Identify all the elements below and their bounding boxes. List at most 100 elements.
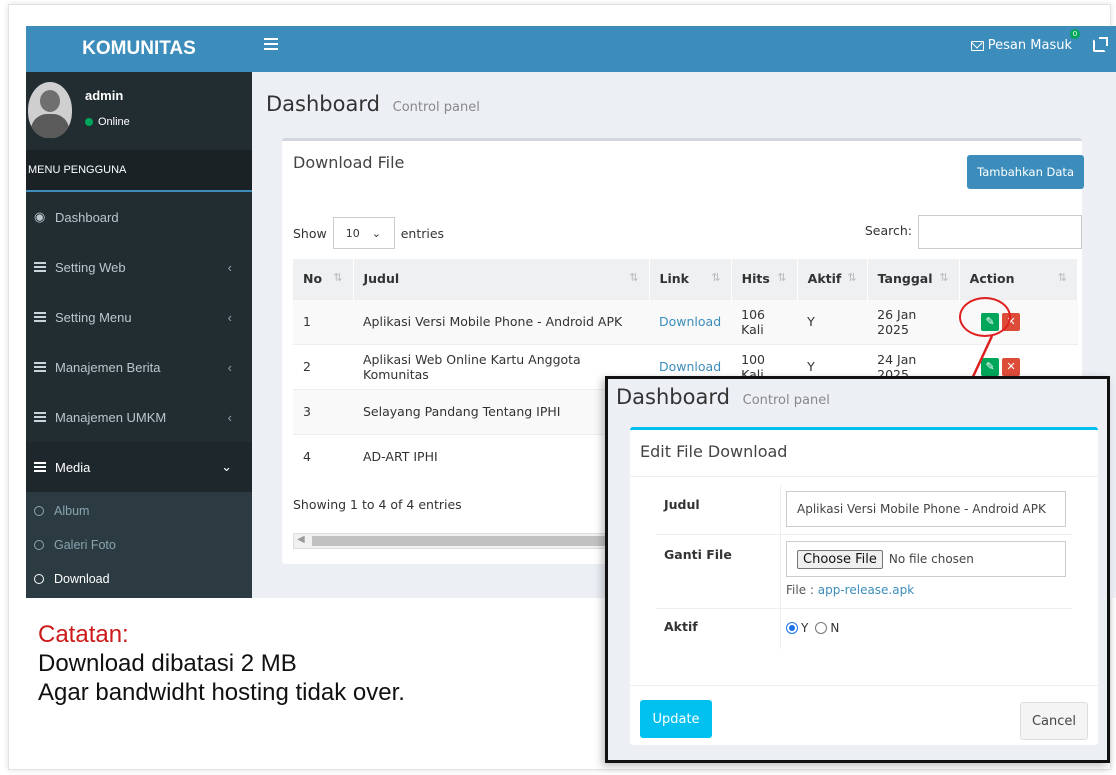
note-line: Download dibatasi 2 MB [38,650,297,677]
cell-no: 1 [293,298,353,344]
media-submenu: Album Galeri Foto Download [26,492,252,598]
show-label: Show [293,225,327,241]
overlay-title-text: Dashboard [616,385,730,409]
table-header-row: No ⇅ Judul ⇅ Link ⇅ Hits ⇅ Aktif ⇅ Tanggal ⇅ A… [293,259,1079,299]
box-title: Download File [293,153,405,172]
column-header-tanggal[interactable]: Tanggal ⇅ [867,259,960,299]
horizontal-scrollbar[interactable]: ◀ [293,533,623,549]
submenu-item-album[interactable]: Album [26,494,252,528]
user-panel: admin Online [26,72,252,150]
menu-header: MENU PENGGUNA [26,150,252,192]
current-file-link[interactable]: app-release.apk [818,583,914,597]
note-line: Agar bandwidht hosting tidak over. [38,679,405,706]
avatar [28,82,72,138]
circle-icon [34,574,44,584]
sort-icon: ⇅ [333,271,343,285]
entries-select[interactable]: 10 ⌄ [332,217,395,249]
column-header-link[interactable]: Link ⇅ [649,259,732,299]
sidebar-item-label: Setting Web [55,259,126,275]
sidebar-item-label: Setting Menu [55,309,132,325]
edit-form-body: Judul Aplikasi Versi Mobile Phone - Andr… [630,476,1098,686]
column-header-aktif[interactable]: Aktif ⇅ [797,259,868,299]
inbox-label: Pesan Masuk [987,38,1072,53]
search-label: Search: [864,223,912,238]
sort-icon: ⇅ [629,271,639,285]
submenu-item-label: Galeri Foto [54,538,116,552]
radio-n[interactable] [815,622,828,634]
cell-judul: Aplikasi Versi Mobile Phone - Android AP… [353,298,649,344]
page-title-text: Dashboard [266,92,380,116]
edit-download-panel: Dashboard Control panel Edit File Downlo… [605,376,1110,763]
add-data-button[interactable]: Tambahkan Data [967,155,1084,189]
radio-y[interactable] [786,622,798,634]
column-header-hits[interactable]: Hits ⇅ [731,259,798,299]
cancel-button[interactable]: Cancel [1020,702,1088,740]
radio-n-label: N [830,621,840,635]
file-input[interactable]: Choose File No file chosen [786,541,1066,577]
column-header-judul[interactable]: Judul ⇅ [353,259,650,299]
entries-length-control: Show 10 ⌄ entries [293,217,444,249]
circle-icon [34,506,44,516]
edit-form-title: Edit File Download [640,442,788,461]
download-link[interactable]: Download [659,314,721,329]
aktif-label: Aktif [664,619,698,634]
scroll-left-icon[interactable]: ◀ [297,534,305,545]
judul-input[interactable]: Aplikasi Versi Mobile Phone - Android AP… [786,491,1066,527]
update-button[interactable]: Update [640,700,712,738]
choose-file-button[interactable]: Choose File [797,549,883,569]
file-prefix: File : [786,583,814,597]
sort-icon: ⇅ [777,271,787,285]
inbox-link[interactable]: Pesan Masuk [970,38,1072,53]
download-link[interactable]: Download [659,359,721,374]
ganti-file-label: Ganti File [664,547,732,562]
chevron-left-icon: ‹ [227,309,232,325]
sidebar: admin Online MENU PENGGUNA ◉ Dashboard S… [26,72,252,598]
delete-button[interactable]: ✕ [1002,357,1021,376]
current-file-note: File : app-release.apk [786,583,914,597]
table-info: Showing 1 to 4 of 4 entries [293,497,462,512]
cell-aktif: Y [797,298,868,344]
sidebar-item-setting-menu[interactable]: Setting Menu ‹ [26,292,252,342]
note-title: Catatan: [38,621,129,648]
cell-no: 4 [293,433,353,479]
entries-value: 10 [345,226,360,240]
column-header-action[interactable]: Action ⇅ [959,259,1079,299]
sidebar-item-label: Manajemen UMKM [55,409,167,425]
submenu-item-galeri-foto[interactable]: Galeri Foto [26,528,252,562]
form-row-aktif: Aktif Y N [656,609,1072,649]
submenu-item-label: Download [54,572,110,586]
sidebar-item-dashboard[interactable]: ◉ Dashboard [26,192,252,242]
scroll-thumb[interactable] [312,536,617,546]
sidebar-item-label: Media [55,459,91,475]
search-input[interactable] [918,215,1082,249]
overlay-page-title: Dashboard Control panel [616,385,830,409]
external-link-icon[interactable] [1093,37,1108,52]
sidebar-item-media[interactable]: Media ⌄ [26,442,252,492]
judul-label: Judul [664,497,700,512]
cell-hits: 106 Kali [731,298,798,344]
sidebar-item-setting-web[interactable]: Setting Web ‹ [26,242,252,292]
bars-icon [34,260,46,274]
note-block: Catatan: Download dibatasi 2 MB Agar ban… [38,620,405,707]
chevron-left-icon: ‹ [227,409,232,425]
sidebar-item-manajemen-berita[interactable]: Manajemen Berita ‹ [26,342,252,392]
user-status-label: Online [98,116,130,128]
sidebar-toggle-icon[interactable] [264,38,278,53]
dashboard-icon: ◉ [34,209,46,224]
form-row-ganti-file: Ganti File Choose File No file chosen Fi… [656,535,1072,609]
bars-icon [34,460,46,474]
online-dot-icon [85,118,93,126]
sidebar-item-manajemen-umkm[interactable]: Manajemen UMKM ‹ [26,392,252,442]
sort-icon: ⇅ [847,271,857,285]
sidebar-item-label: Dashboard [55,209,119,225]
edit-button[interactable]: ✎ [981,357,1000,376]
brand-logo[interactable]: KOMUNITAS [26,26,252,72]
chevron-down-icon: ⌄ [371,226,381,240]
chevron-left-icon: ‹ [227,359,232,375]
overlay-subtitle: Control panel [742,393,830,408]
top-navbar: Pesan Masuk 0 [252,26,1116,72]
submenu-item-download[interactable]: Download [26,562,252,596]
column-header-no[interactable]: No ⇅ [293,259,354,299]
radio-y-label: Y [801,621,809,635]
entries-label: entries [400,225,445,241]
